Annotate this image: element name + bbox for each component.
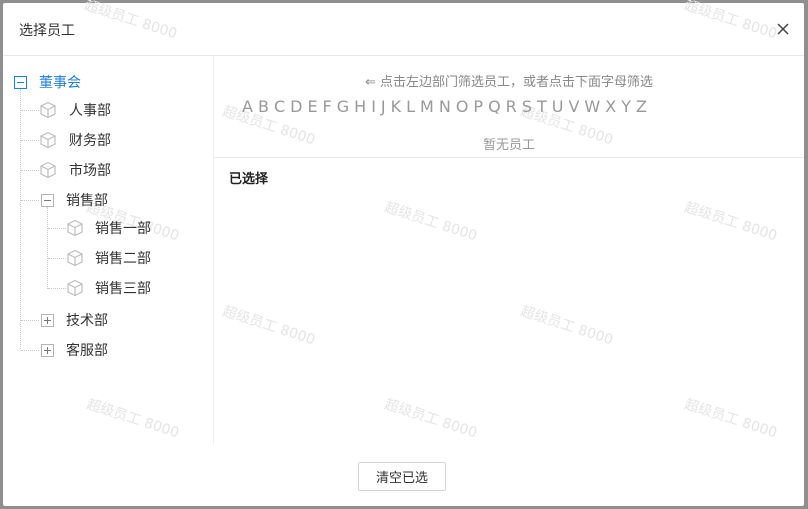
- empty-employees-message: 暂无员工: [482, 138, 535, 153]
- tree-node-label: 销售二部: [95, 251, 151, 267]
- cube-icon: [67, 249, 83, 267]
- letter-Y[interactable]: Y: [621, 97, 631, 116]
- letter-L[interactable]: L: [406, 97, 415, 116]
- watermark: 超级员工 8000: [220, 303, 317, 349]
- dialog-header: 选择员工: [3, 3, 804, 56]
- letter-Q[interactable]: Q: [488, 97, 501, 116]
- tree-node-hr[interactable]: 人事部: [39, 99, 111, 121]
- tree-node-label: 销售部: [66, 193, 108, 209]
- dialog-title: 选择员工: [19, 23, 75, 39]
- letter-P[interactable]: P: [473, 97, 483, 116]
- filter-hint: ⇐ 点击左边部门筛选员工，或者点击下面字母筛选: [364, 75, 654, 90]
- letter-T[interactable]: T: [537, 97, 547, 116]
- letter-W[interactable]: W: [584, 97, 600, 116]
- tree-node-label: 技术部: [66, 313, 108, 329]
- clear-selection-button[interactable]: 清空已选: [358, 462, 446, 491]
- tree-node-sales-2[interactable]: 销售二部: [66, 247, 151, 269]
- tree-node-marketing[interactable]: 市场部: [39, 159, 111, 181]
- tree-node-tech[interactable]: 技术部: [41, 309, 108, 331]
- selected-section-title: 已选择: [229, 172, 269, 187]
- letter-M[interactable]: M: [420, 97, 434, 116]
- letter-B[interactable]: B: [258, 97, 269, 116]
- close-icon[interactable]: [776, 21, 790, 35]
- letter-O[interactable]: O: [456, 97, 469, 116]
- letter-F[interactable]: F: [323, 97, 332, 116]
- expand-icon[interactable]: [41, 313, 54, 327]
- tree-node-label: 销售三部: [95, 281, 151, 297]
- cube-icon: [40, 131, 56, 149]
- tree-node-label: 销售一部: [95, 221, 151, 237]
- watermark: 超级员工 8000: [682, 199, 779, 245]
- cube-icon: [67, 219, 83, 237]
- expand-icon[interactable]: [41, 343, 54, 357]
- tree-node-label: 市场部: [69, 163, 111, 179]
- letter-D[interactable]: D: [290, 97, 302, 116]
- department-tree: 董事会 人事部 财务部 市场部 销售部 销售一部 销售二部 销售三部 技术部 客…: [3, 56, 214, 444]
- letter-G[interactable]: G: [337, 97, 349, 116]
- tree-node-label: 财务部: [69, 133, 111, 149]
- letter-A[interactable]: A: [242, 97, 253, 116]
- tree-node-sales-3[interactable]: 销售三部: [66, 277, 151, 299]
- tree-node-root[interactable]: 董事会: [14, 71, 81, 93]
- letter-filter: A B C D E F G H I J K L M N O P Q R S T …: [242, 97, 652, 116]
- letter-H[interactable]: H: [354, 97, 366, 116]
- watermark: 超级员工 8000: [682, 396, 779, 442]
- letter-U[interactable]: U: [552, 97, 564, 116]
- letter-Z[interactable]: Z: [636, 97, 647, 116]
- letter-J[interactable]: J: [381, 97, 386, 116]
- tree-node-label: 董事会: [39, 75, 81, 91]
- letter-X[interactable]: X: [605, 97, 616, 116]
- employee-filter: ⇐ 点击左边部门筛选员工，或者点击下面字母筛选 A B C D E F G H …: [214, 56, 804, 158]
- letter-S[interactable]: S: [522, 97, 532, 116]
- tree-node-sales-1[interactable]: 销售一部: [66, 217, 151, 239]
- tree-node-sales[interactable]: 销售部: [41, 189, 108, 211]
- collapse-icon[interactable]: [41, 193, 54, 207]
- tree-node-label: 客服部: [66, 343, 108, 359]
- watermark: 超级员工 8000: [518, 303, 615, 349]
- cube-icon: [40, 101, 56, 119]
- letter-N[interactable]: N: [439, 97, 451, 116]
- letter-K[interactable]: K: [391, 97, 402, 116]
- letter-C[interactable]: C: [274, 97, 285, 116]
- select-employee-dialog: 超级员工 8000 超级员工 8000 超级员工 8000 超级员工 8000 …: [3, 0, 804, 506]
- tree-node-service[interactable]: 客服部: [41, 339, 108, 361]
- letter-R[interactable]: R: [506, 97, 517, 116]
- tree-node-finance[interactable]: 财务部: [39, 129, 111, 151]
- letter-V[interactable]: V: [568, 97, 579, 116]
- tree-node-label: 人事部: [69, 103, 111, 119]
- cube-icon: [67, 279, 83, 297]
- cube-icon: [40, 161, 56, 179]
- watermark: 超级员工 8000: [382, 396, 479, 442]
- collapse-icon[interactable]: [14, 75, 27, 89]
- letter-I[interactable]: I: [371, 97, 376, 116]
- letter-E[interactable]: E: [307, 97, 317, 116]
- watermark: 超级员工 8000: [382, 199, 479, 245]
